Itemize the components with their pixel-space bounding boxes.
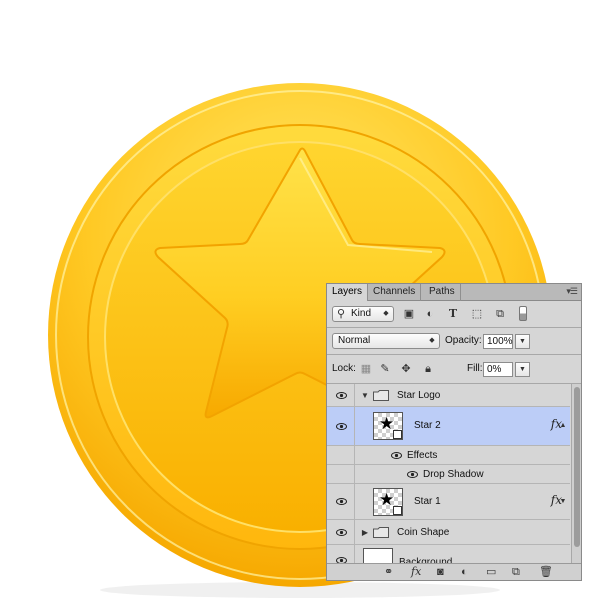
opacity-dropdown-button[interactable]: ▼ <box>515 334 530 349</box>
lock-transparent-icon[interactable]: ▦ <box>360 362 372 376</box>
expand-triangle-icon[interactable]: ▶ <box>361 526 369 540</box>
layer-row-effects[interactable]: Effects <box>327 446 570 465</box>
blend-mode-dropdown[interactable]: Normal ◆ <box>332 333 440 349</box>
star-icon: ★ <box>379 414 395 433</box>
eye-icon <box>336 392 347 399</box>
smart-object-badge-icon <box>393 506 402 515</box>
layer-row-coin-shape[interactable]: ▶ Coin Shape <box>327 520 570 545</box>
visibility-toggle[interactable] <box>327 484 355 519</box>
chevron-updown-icon: ◆ <box>383 310 389 317</box>
layer-row-star-logo[interactable]: ▼ Star Logo <box>327 384 570 407</box>
layer-name: Effects <box>407 450 438 461</box>
layer-row-star-2[interactable]: ★ Star 2 fx ▲ <box>327 407 570 446</box>
layer-name: Star 1 <box>414 496 441 507</box>
filter-kind-dropdown[interactable]: ⚲ Kind ◆ <box>332 306 394 322</box>
smart-object-filter-icon[interactable]: ⧉ <box>494 307 506 321</box>
eye-icon <box>336 498 347 505</box>
visibility-toggle[interactable] <box>327 520 355 544</box>
expand-effects-icon[interactable]: ▼ <box>559 495 567 509</box>
lock-label: Lock: <box>332 363 356 374</box>
adjustment-filter-icon[interactable]: ◐ <box>424 307 436 321</box>
layer-name: Coin Shape <box>397 527 450 538</box>
add-mask-icon[interactable]: ◙ <box>437 566 444 578</box>
layers-panel: Layers Channels Paths ▾☰ ⚲ Kind ◆ ▣ ◐ T … <box>326 283 582 581</box>
filter-kind-label: Kind <box>351 308 372 319</box>
fill-input[interactable]: 0% <box>483 362 513 377</box>
shape-filter-icon[interactable]: ⬚ <box>471 307 483 321</box>
folder-icon <box>373 527 389 538</box>
layer-name: Drop Shadow <box>423 469 484 480</box>
layer-name: Star Logo <box>397 390 441 401</box>
search-icon: ⚲ <box>336 308 346 320</box>
layer-row-star-1[interactable]: ★ Star 1 fx ▼ <box>327 484 570 520</box>
new-group-icon[interactable]: ▭ <box>486 566 496 578</box>
expand-triangle-icon[interactable]: ▼ <box>361 389 369 403</box>
chevron-updown-icon: ◆ <box>429 337 435 344</box>
tab-channels[interactable]: Channels <box>368 284 422 301</box>
type-filter-icon[interactable]: T <box>447 307 459 321</box>
smart-object-badge-icon <box>393 430 402 439</box>
fx-icon[interactable]: fx <box>411 566 421 578</box>
panel-footer: ⚭ fx ◙ ◐ ▭ ⧉ 🗑︎ <box>327 563 581 580</box>
blend-mode-value: Normal <box>338 335 371 346</box>
fill-dropdown-button[interactable]: ▼ <box>515 362 530 377</box>
eye-icon[interactable] <box>391 452 402 459</box>
tab-layers[interactable]: Layers <box>327 284 369 301</box>
collapse-effects-icon[interactable]: ▲ <box>559 419 567 433</box>
lock-all-icon[interactable]: 🔒︎ <box>422 362 434 376</box>
delete-icon[interactable]: 🗑︎ <box>539 566 553 578</box>
lock-pixels-icon[interactable]: ✎ <box>379 362 391 376</box>
visibility-toggle[interactable] <box>327 384 355 406</box>
filter-toggle-icon[interactable] <box>519 306 527 321</box>
panel-menu-icon[interactable]: ▾☰ <box>566 286 578 297</box>
fill-label: Fill: <box>467 363 483 374</box>
eye-column <box>327 446 355 464</box>
layer-row-drop-shadow[interactable]: Drop Shadow <box>327 465 570 484</box>
adjustment-layer-icon[interactable]: ◐ <box>461 566 468 578</box>
new-layer-icon[interactable]: ⧉ <box>512 566 520 578</box>
layer-thumbnail: ★ <box>373 488 403 516</box>
eye-column <box>327 465 355 483</box>
image-filter-icon[interactable]: ▣ <box>403 307 415 321</box>
visibility-toggle[interactable] <box>327 407 355 445</box>
link-layers-icon[interactable]: ⚭ <box>384 566 393 578</box>
scrollbar-thumb[interactable] <box>574 387 580 547</box>
eye-icon <box>336 529 347 536</box>
eye-icon[interactable] <box>407 471 418 478</box>
layer-thumbnail: ★ <box>373 412 403 440</box>
panel-tab-bar: Layers Channels Paths ▾☰ <box>327 284 581 301</box>
tab-paths[interactable]: Paths <box>424 284 461 301</box>
layers-scrollbar[interactable] <box>571 384 581 567</box>
lock-position-icon[interactable]: ✥ <box>400 362 412 376</box>
eye-icon <box>336 423 347 430</box>
star-icon: ★ <box>379 490 395 509</box>
opacity-label: Opacity: <box>445 335 482 346</box>
folder-icon <box>373 390 389 401</box>
opacity-input[interactable]: 100% <box>483 334 513 349</box>
layer-name: Star 2 <box>414 420 441 431</box>
